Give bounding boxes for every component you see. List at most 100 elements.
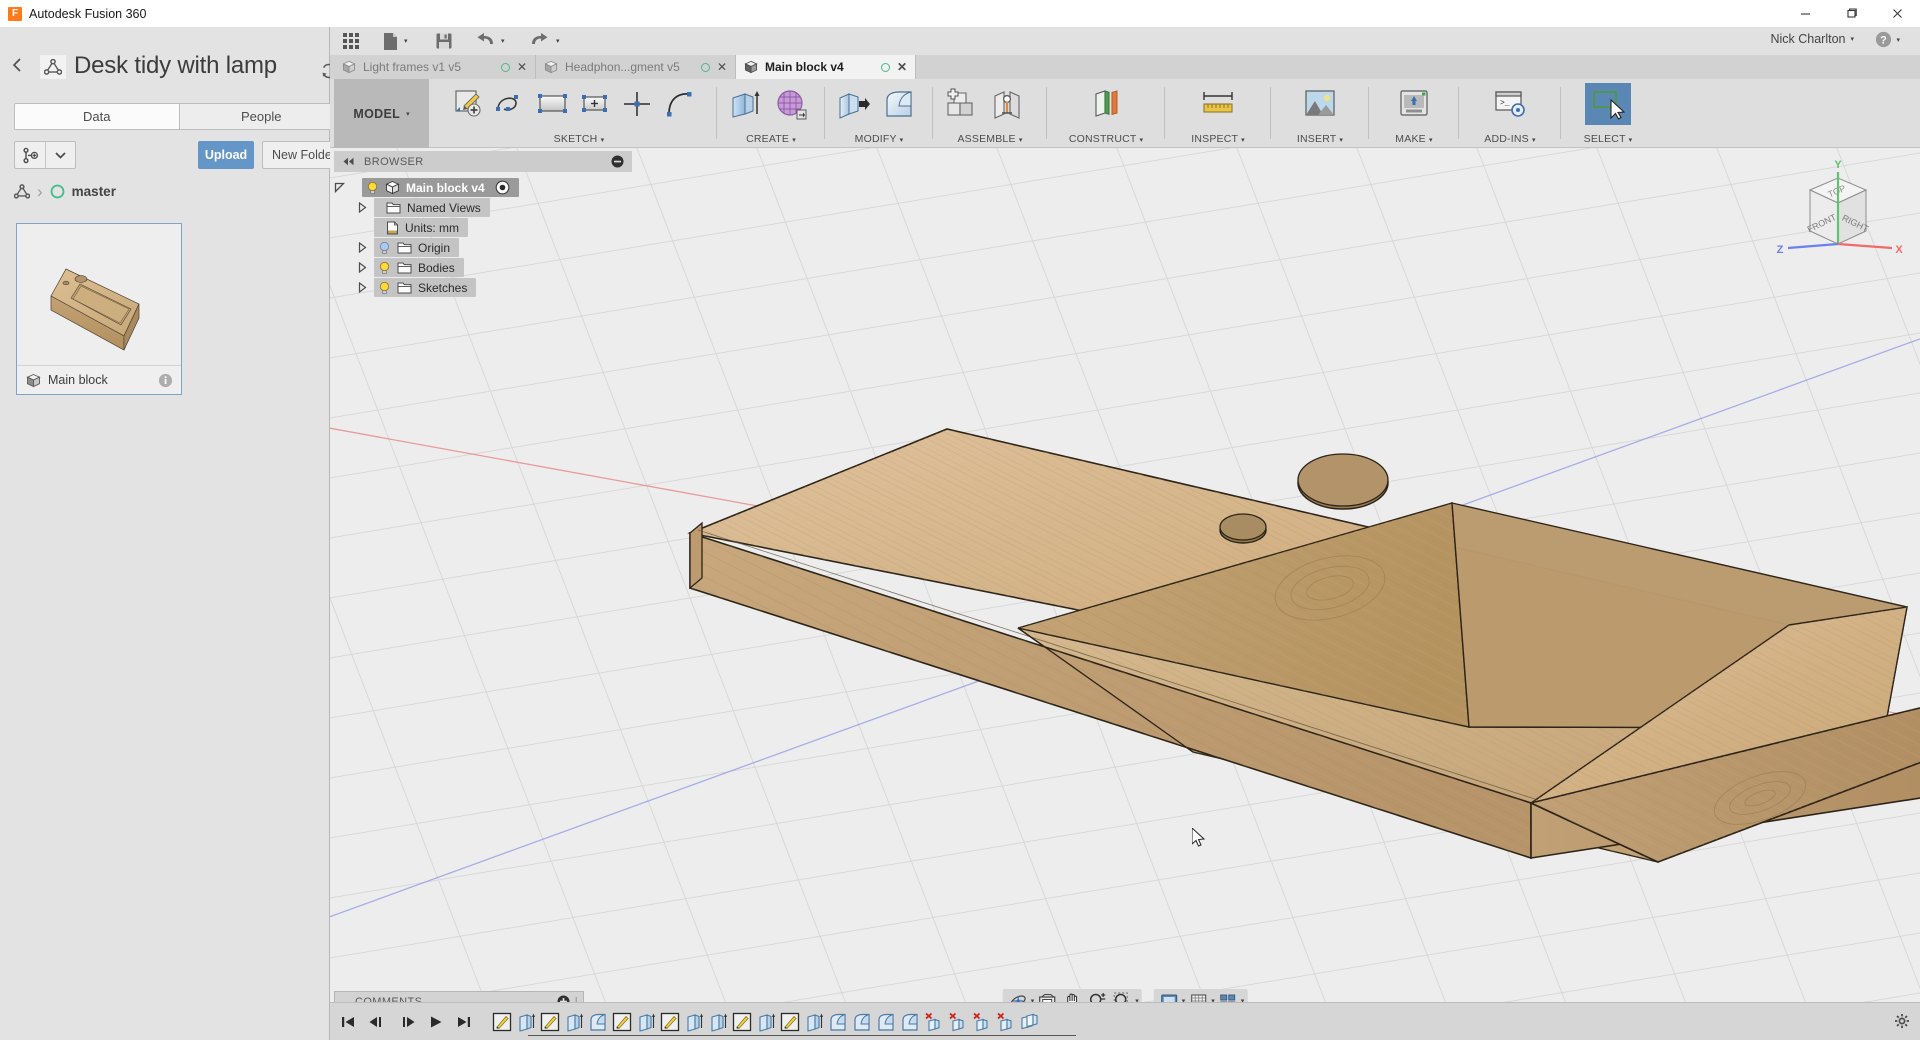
visibility-bulb-icon[interactable] xyxy=(378,281,391,295)
tab-close-icon[interactable]: ✕ xyxy=(897,60,907,74)
tab-headphone-segment[interactable]: Headphon...gment v5 ✕ xyxy=(536,55,736,79)
timeline-feature-sketch[interactable] xyxy=(490,1007,514,1037)
timeline-feature-fillet[interactable] xyxy=(586,1007,610,1037)
new-file-button[interactable]: ▾ xyxy=(382,30,408,52)
list-item[interactable]: Main block xyxy=(16,223,182,395)
timeline-feature-sketch[interactable] xyxy=(778,1007,802,1037)
close-button[interactable] xyxy=(1874,0,1920,27)
ribbon-group-label[interactable]: MAKE ▾ xyxy=(1374,133,1454,145)
ribbon-group-label[interactable]: INSPECT ▾ xyxy=(1170,133,1266,145)
3d-print-icon[interactable] xyxy=(1391,83,1437,125)
jump-end-icon[interactable] xyxy=(456,1015,472,1029)
jump-start-icon[interactable] xyxy=(340,1015,356,1029)
timeline-feature-extrude[interactable] xyxy=(682,1007,706,1037)
ribbon-group-label[interactable]: MODIFY ▾ xyxy=(830,133,928,145)
activate-target-icon[interactable] xyxy=(495,180,510,195)
timeline-feature-remove[interactable] xyxy=(970,1007,994,1037)
ribbon-group-label[interactable]: INSERT ▾ xyxy=(1276,133,1364,145)
new-file-caret-icon[interactable]: ▾ xyxy=(404,37,408,45)
user-menu[interactable]: Nick Charlton ▾ xyxy=(1770,32,1854,46)
redo-button[interactable]: ▾ xyxy=(530,30,560,52)
step-back-icon[interactable] xyxy=(368,1015,386,1029)
timeline-feature-extrude[interactable] xyxy=(754,1007,778,1037)
timeline-feature-sketch[interactable] xyxy=(658,1007,682,1037)
create-form-icon[interactable] xyxy=(768,83,814,125)
upload-button[interactable]: Upload xyxy=(198,141,254,169)
tree-node-chip[interactable]: Bodies xyxy=(374,258,464,277)
visibility-bulb-icon[interactable] xyxy=(378,261,391,275)
new-component-icon[interactable] xyxy=(938,83,984,125)
timeline-feature-extrude[interactable] xyxy=(562,1007,586,1037)
joint-icon[interactable] xyxy=(984,83,1030,125)
timeline-feature-extrude[interactable] xyxy=(634,1007,658,1037)
ribbon-group-label[interactable]: CONSTRUCT ▾ xyxy=(1052,133,1160,145)
back-chevron-icon[interactable] xyxy=(12,57,30,75)
ribbon-group-label[interactable]: ASSEMBLE ▾ xyxy=(938,133,1042,145)
tree-node-origin[interactable]: Origin xyxy=(334,238,632,257)
tree-node-sketches[interactable]: Sketches xyxy=(334,278,632,297)
offset-plane-icon[interactable] xyxy=(1083,83,1129,125)
tree-node-chip[interactable]: Named Views xyxy=(374,198,490,217)
tab-light-frames[interactable]: Light frames v1 v5 ✕ xyxy=(334,55,536,79)
visibility-bulb-icon[interactable] xyxy=(366,181,379,195)
maximize-button[interactable] xyxy=(1828,0,1874,27)
tab-people[interactable]: People xyxy=(178,104,343,129)
measure-ruler-icon[interactable] xyxy=(1195,83,1241,125)
tree-node-chip[interactable]: Main block v4 xyxy=(362,178,519,197)
timeline-feature-sketch[interactable] xyxy=(610,1007,634,1037)
sketch-arc-icon[interactable] xyxy=(658,83,700,125)
tree-node-units[interactable]: Units: mm xyxy=(334,218,632,237)
minimize-button[interactable] xyxy=(1782,0,1828,27)
create-sketch-icon[interactable] xyxy=(448,83,490,125)
breadcrumb-branch-label[interactable]: master xyxy=(72,184,116,199)
timeline-feature-fillet[interactable] xyxy=(874,1007,898,1037)
view-cube[interactable]: TOP FRONT RIGHT Y X Z xyxy=(1770,154,1906,278)
ribbon-group-label[interactable]: SKETCH ▾ xyxy=(448,133,710,145)
redo-caret-icon[interactable]: ▾ xyxy=(556,37,560,45)
collapse-left-icon[interactable] xyxy=(342,157,355,166)
info-icon[interactable] xyxy=(158,373,173,388)
tree-node-main-block[interactable]: Main block v4 xyxy=(334,178,632,197)
timeline-feature-remove[interactable] xyxy=(922,1007,946,1037)
tab-close-icon[interactable]: ✕ xyxy=(717,60,727,74)
expand-arrow-icon[interactable] xyxy=(358,282,374,293)
timeline-feature-copy[interactable] xyxy=(1018,1007,1042,1037)
extrude-icon[interactable] xyxy=(722,83,768,125)
timeline-feature-fillet[interactable] xyxy=(826,1007,850,1037)
sketch-dimension-icon[interactable] xyxy=(574,83,616,125)
select-window-icon[interactable] xyxy=(1585,83,1631,125)
minus-circle-icon[interactable] xyxy=(611,155,624,168)
visibility-bulb-icon[interactable] xyxy=(378,241,391,255)
timeline-feature-remove[interactable] xyxy=(994,1007,1018,1037)
undo-caret-icon[interactable]: ▾ xyxy=(501,37,505,45)
save-button[interactable] xyxy=(435,30,453,52)
ribbon-group-label[interactable]: SELECT ▾ xyxy=(1566,133,1650,145)
timeline-feature-sketch[interactable] xyxy=(730,1007,754,1037)
tree-node-chip[interactable]: Units: mm xyxy=(374,218,468,237)
timeline-feature-extrude[interactable] xyxy=(706,1007,730,1037)
tab-close-icon[interactable]: ✕ xyxy=(517,60,527,74)
tree-node-chip[interactable]: Sketches xyxy=(374,278,477,297)
tab-data[interactable]: Data xyxy=(15,104,179,129)
insert-image-icon[interactable] xyxy=(1297,83,1343,125)
play-icon[interactable] xyxy=(428,1015,444,1029)
expand-arrow-icon[interactable] xyxy=(358,242,374,253)
expand-arrow-icon[interactable] xyxy=(358,262,374,273)
help-menu[interactable]: ? ▾ xyxy=(1875,31,1900,48)
tab-main-block[interactable]: Main block v4 ✕ xyxy=(736,55,916,79)
sketch-rectangle-icon[interactable] xyxy=(532,83,574,125)
timeline-feature-extrude[interactable] xyxy=(514,1007,538,1037)
workspace-switcher[interactable]: MODEL ▾ xyxy=(334,79,429,148)
viewport-canvas[interactable]: BROWSER Main block v4 Named Views Units:… xyxy=(330,148,1920,1040)
press-pull-icon[interactable] xyxy=(830,83,876,125)
breadcrumb-hub-icon[interactable] xyxy=(14,184,30,199)
sketch-line-icon[interactable] xyxy=(490,83,532,125)
scripts-addins-icon[interactable]: >_ xyxy=(1487,83,1533,125)
timeline-feature-fillet[interactable] xyxy=(898,1007,922,1037)
tree-node-chip[interactable]: Origin xyxy=(374,238,460,257)
expand-arrow-icon[interactable] xyxy=(358,202,374,213)
timeline-feature-extrude[interactable] xyxy=(802,1007,826,1037)
timeline-feature-remove[interactable] xyxy=(946,1007,970,1037)
fillet-icon[interactable] xyxy=(876,83,922,125)
ribbon-group-label[interactable]: CREATE ▾ xyxy=(722,133,820,145)
